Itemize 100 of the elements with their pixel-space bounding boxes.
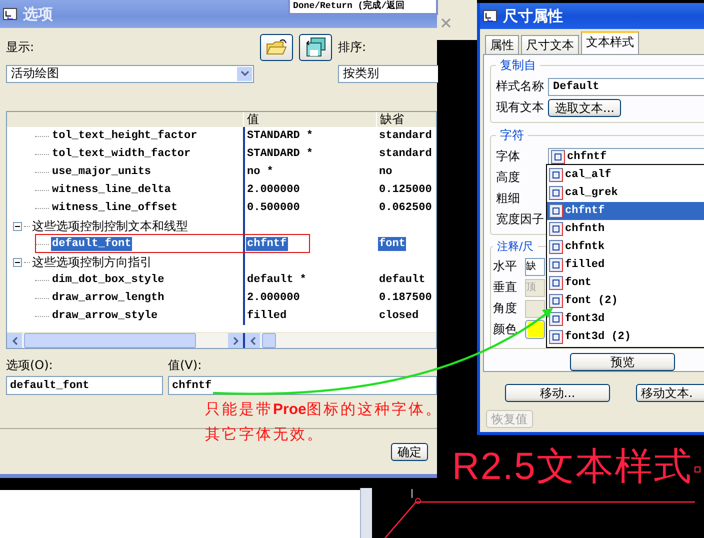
option-name[interactable]: draw_arrow_style	[51, 309, 159, 323]
display-dropdown[interactable]: 活动绘图	[6, 64, 254, 82]
font-file-icon	[549, 276, 563, 290]
option-name[interactable]: tol_text_height_factor	[51, 129, 198, 143]
font-list-item[interactable]: font	[547, 274, 704, 292]
sort-dropdown[interactable]: 按类别	[338, 64, 438, 82]
pick-text-button[interactable]: 选取文本...	[548, 98, 622, 116]
expander-icon[interactable]	[13, 222, 22, 230]
column-header[interactable]: 缺省	[376, 112, 436, 127]
tab[interactable]: 文本样式	[581, 31, 639, 54]
field-label: 样式名称	[496, 78, 544, 95]
point-marker	[694, 466, 700, 472]
open-file-button[interactable]	[260, 34, 293, 60]
font-file-icon	[549, 222, 563, 236]
font-file-icon	[549, 168, 563, 182]
option-name[interactable]: use_major_units	[51, 165, 152, 179]
group-title: 字符	[499, 127, 525, 144]
value-field[interactable]: chfntf	[168, 376, 437, 395]
font-list-item[interactable]: font3d (2)	[547, 328, 704, 346]
field-label: 字体	[496, 148, 521, 165]
close-icon[interactable]	[441, 18, 451, 28]
table-cell: closed	[378, 309, 420, 323]
field-label: 高度	[496, 169, 521, 186]
table-cell: 0.187500	[378, 291, 433, 305]
font-dropdown[interactable]: chfntf	[548, 148, 704, 166]
tab[interactable]: 尺寸文本	[521, 35, 579, 54]
menu-strip[interactable]: Done/Return (完成/返回	[288, 0, 438, 15]
option-name[interactable]: witness_line_offset	[51, 201, 178, 215]
annotation-text: 其它字体无效。	[205, 424, 325, 445]
font-file-icon	[549, 186, 563, 200]
window-icon	[483, 10, 497, 22]
window-title: 选项	[23, 4, 53, 24]
font-list-item[interactable]: chfntf	[547, 202, 704, 220]
dimension-text: R2.5文本样式	[452, 445, 692, 490]
table-cell: default *	[246, 273, 308, 287]
table-cell: 0.500000	[246, 201, 301, 215]
font-file-icon	[549, 330, 563, 344]
table-cell: 2.000000	[246, 183, 301, 197]
field-label: 角度	[493, 300, 518, 317]
group-label[interactable]: 这些选项控制方向指引	[32, 254, 152, 270]
font-list-item[interactable]: font3d	[547, 310, 704, 328]
table-cell: standard	[378, 147, 433, 161]
field-label: 显示:	[6, 38, 36, 56]
font-file-icon	[549, 240, 563, 254]
group-title: 注释/尺	[496, 239, 535, 254]
horizontal-scrollbar[interactable]	[7, 333, 243, 348]
group-title: 复制自	[499, 57, 537, 74]
font-list-item[interactable]: cal_grek	[547, 184, 704, 202]
table-cell: standard	[378, 129, 433, 143]
table-cell: chfntf	[246, 237, 288, 251]
field-label: 颜色	[493, 321, 518, 338]
font-file-icon	[549, 258, 563, 272]
font-list-item[interactable]: filled	[547, 256, 704, 274]
move-button[interactable]: 移动...	[505, 384, 610, 402]
option-name[interactable]: draw_arrow_length	[51, 291, 166, 305]
color-button[interactable]	[525, 320, 545, 339]
font-list-item[interactable]: font (2)	[547, 292, 704, 310]
option-name[interactable]: witness_line_delta	[51, 183, 172, 197]
font-file-icon	[549, 204, 563, 218]
move-text-button[interactable]: 移动文本.	[636, 384, 704, 402]
field-label: 宽度因子	[496, 211, 544, 228]
table-cell: 0.062500	[378, 201, 433, 215]
ok-button[interactable]: 确定	[391, 443, 428, 461]
preview-button[interactable]: 预览	[570, 353, 675, 371]
option-name[interactable]: default_font	[51, 237, 132, 251]
style-name-field[interactable]: Default	[548, 78, 704, 96]
field-label: 排序:	[338, 38, 368, 56]
column-header[interactable]: 值	[243, 112, 376, 127]
option-field[interactable]: default_font	[6, 376, 163, 395]
table-cell: default	[378, 273, 426, 287]
table-cell: font	[378, 237, 406, 251]
save-button[interactable]	[299, 34, 332, 60]
field-label: 水平	[493, 258, 518, 275]
annotation-text: 只能是带Proe图标的这种字体。	[205, 399, 442, 420]
table-cell: 2.000000	[246, 291, 301, 305]
option-name[interactable]: tol_text_width_factor	[51, 147, 192, 161]
window-icon	[3, 8, 17, 20]
table-cell: STANDARD *	[246, 147, 314, 161]
field-label: 值(V):	[168, 357, 203, 374]
font-file-icon	[549, 312, 563, 326]
horizontal-dropdown[interactable]: 缺	[525, 258, 545, 276]
field-label: 现有文本	[496, 99, 544, 116]
group-label[interactable]: 这些选项控制控制文本和线型	[32, 218, 188, 234]
field-label: 垂直	[493, 279, 518, 296]
tab[interactable]: 属性	[485, 35, 519, 54]
font-list-item[interactable]: cal_alf	[547, 166, 704, 184]
table-cell: 0.125000	[378, 183, 433, 197]
floppy-disk-icon	[304, 37, 326, 57]
font-list-item[interactable]: chfnth	[547, 220, 704, 238]
field-label: 粗细	[496, 190, 521, 207]
font-file-icon	[551, 150, 565, 164]
window-title: 尺寸属性	[503, 6, 563, 26]
horizontal-scrollbar[interactable]	[243, 333, 436, 348]
font-list-item[interactable]: chfntk	[547, 238, 704, 256]
font-file-icon	[549, 294, 563, 308]
expander-icon[interactable]	[13, 258, 22, 266]
table-cell: filled	[246, 309, 288, 323]
option-name[interactable]: dim_dot_box_style	[51, 273, 166, 287]
table-cell: no *	[246, 165, 274, 179]
angle-field[interactable]	[525, 300, 545, 318]
